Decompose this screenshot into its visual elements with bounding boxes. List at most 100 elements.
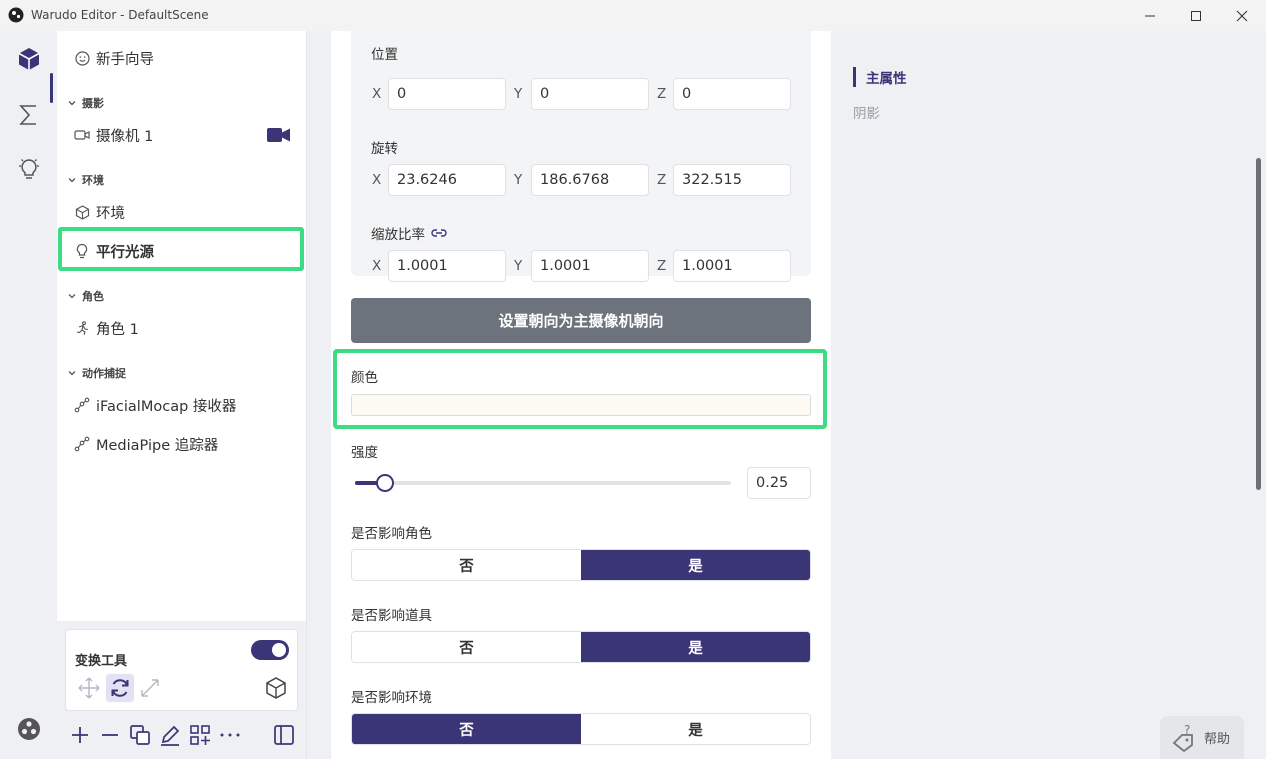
scale-label-row: 缩放比率 [371,223,448,243]
affect-environment-yes[interactable]: 是 [581,714,810,744]
axis-label-z: Z [657,258,667,274]
remove-button[interactable] [98,723,122,747]
rotation-label: 旋转 [371,141,398,157]
plus-icon [72,727,88,743]
sidebar-item-environment[interactable]: 环境 [57,193,307,231]
duplicate-button[interactable] [128,723,152,747]
rotate-tool-button[interactable] [106,674,134,702]
rail-tips-button[interactable] [0,143,57,195]
position-z-input[interactable]: 0 [673,78,791,110]
sidebar-item-directional-light[interactable]: 平行光源 [57,232,307,270]
sidebar-item-label: 平行光源 [96,244,154,261]
collapse-sidebar-button[interactable] [272,723,296,747]
affect-character-yes[interactable]: 是 [581,550,810,580]
sidebar-item-label: 环境 [96,205,125,222]
node-link-icon [74,436,90,452]
settings-gear-icon[interactable] [16,716,42,742]
window-title: Warudo Editor - DefaultScene [31,8,209,22]
outline-item-shadow[interactable]: 阴影 [853,102,880,122]
sidebar-item-label: 摄像机 1 [96,128,154,145]
title-bar: Warudo Editor - DefaultScene [0,0,1266,31]
position-x-input[interactable]: 0 [388,78,506,110]
section-header-camera[interactable]: 摄影 [57,93,307,113]
position-y-input[interactable]: 0 [531,78,649,110]
sidebar-tools-panel: 变换工具 [57,621,307,759]
help-button[interactable]: ? 帮助 [1160,716,1244,759]
chevron-down-icon [68,294,76,299]
intensity-slider-thumb[interactable] [376,474,395,492]
sidebar-item-ifacialmocap[interactable]: iFacialMocap 接收器 [57,386,307,424]
cube-outline-icon [74,204,90,220]
move-tool-button[interactable] [75,674,103,702]
rename-button[interactable] [158,723,182,747]
sidebar-item-camera-1[interactable]: 摄像机 1 [57,116,307,154]
section-label: 环境 [82,174,104,187]
move-arrows-icon [78,677,100,699]
smiley-icon [74,50,90,66]
section-header-character[interactable]: 角色 [57,286,307,306]
face-main-camera-button[interactable]: 设置朝向为主摄像机朝向 [351,298,811,343]
add-grid-button[interactable] [188,723,212,747]
position-label: 位置 [371,47,398,63]
intensity-slider-track[interactable] [355,481,731,485]
rotation-x-input[interactable]: 23.6246 [388,164,506,196]
transform-tools-title: 变换工具 [75,654,128,669]
transform-tools-toggle[interactable] [251,640,289,660]
scale-x-input[interactable]: 1.0001 [388,250,506,282]
transform-card: 位置 X 0 Y 0 Z 0 旋转 X 23.6246 Y 186.6768 Z… [351,31,811,282]
sidebar-item-label: iFacialMocap 接收器 [96,398,237,415]
affect-character-no[interactable]: 否 [352,550,581,580]
scale-label: 缩放比率 [371,227,425,243]
scale-y-input[interactable]: 1.0001 [531,250,649,282]
intensity-value-input[interactable]: 0.25 [747,467,811,499]
pencil-icon [161,725,180,746]
axis-label-y: Y [514,86,523,102]
affect-props-yes[interactable]: 是 [581,632,810,662]
copy-icon [130,725,150,745]
help-label: 帮助 [1204,732,1231,747]
minimize-button[interactable] [1127,0,1173,31]
rail-scene-button[interactable] [0,33,57,85]
link-icon[interactable] [430,227,448,239]
scene-sidebar: 新手向导 摄影 摄像机 1 环境 环境 平行光源 角色 角色 1 动作捕捉 iF… [57,31,307,621]
scrollbar-thumb[interactable] [1256,158,1261,490]
close-button[interactable] [1219,0,1265,31]
affect-props-toggle: 否 是 [351,631,811,663]
section-header-environment[interactable]: 环境 [57,170,307,190]
sidebar-item-onboarding[interactable]: 新手向导 [57,39,307,77]
color-highlight-box [333,349,827,429]
section-header-mocap[interactable]: 动作捕捉 [57,363,307,383]
minus-icon [102,734,118,736]
more-button[interactable] [218,723,242,747]
outline-item-main-properties[interactable]: 主属性 [853,67,907,87]
axis-label-z: Z [657,172,667,188]
lightbulb-icon [74,243,90,259]
affect-character-toggle: 否 是 [351,549,811,581]
axis-label-z: Z [657,86,667,102]
ellipsis-icon [220,733,240,737]
sigma-icon [18,105,36,125]
maximize-button[interactable] [1173,0,1219,31]
add-button[interactable] [68,723,92,747]
sidebar-item-mediapipe[interactable]: MediaPipe 追踪器 [57,425,307,463]
scale-z-input[interactable]: 1.0001 [673,250,791,282]
main-camera-badge-icon [267,128,290,142]
transform-tools-card: 变换工具 [65,629,298,711]
color-picker-swatch[interactable] [351,394,811,416]
grid-plus-icon [190,725,210,745]
local-space-button[interactable] [262,674,290,702]
rotation-z-input[interactable]: 322.515 [673,164,791,196]
affect-environment-no[interactable]: 否 [352,714,581,744]
inspector-panel: 位置 X 0 Y 0 Z 0 旋转 X 23.6246 Y 186.6768 Z… [331,31,831,759]
warudo-logo-icon [8,7,24,23]
affect-props-label: 是否影响道具 [351,608,432,624]
node-link-icon [74,397,90,413]
scale-tool-button[interactable] [136,674,164,702]
sidebar-item-character-1[interactable]: 角色 1 [57,309,307,347]
sidebar-panel-icon [274,725,294,745]
intensity-label: 强度 [351,445,378,461]
rotation-y-input[interactable]: 186.6768 [531,164,649,196]
affect-props-no[interactable]: 否 [352,632,581,662]
rail-blueprint-button[interactable] [0,89,57,141]
sidebar-item-label: 角色 1 [96,321,139,338]
